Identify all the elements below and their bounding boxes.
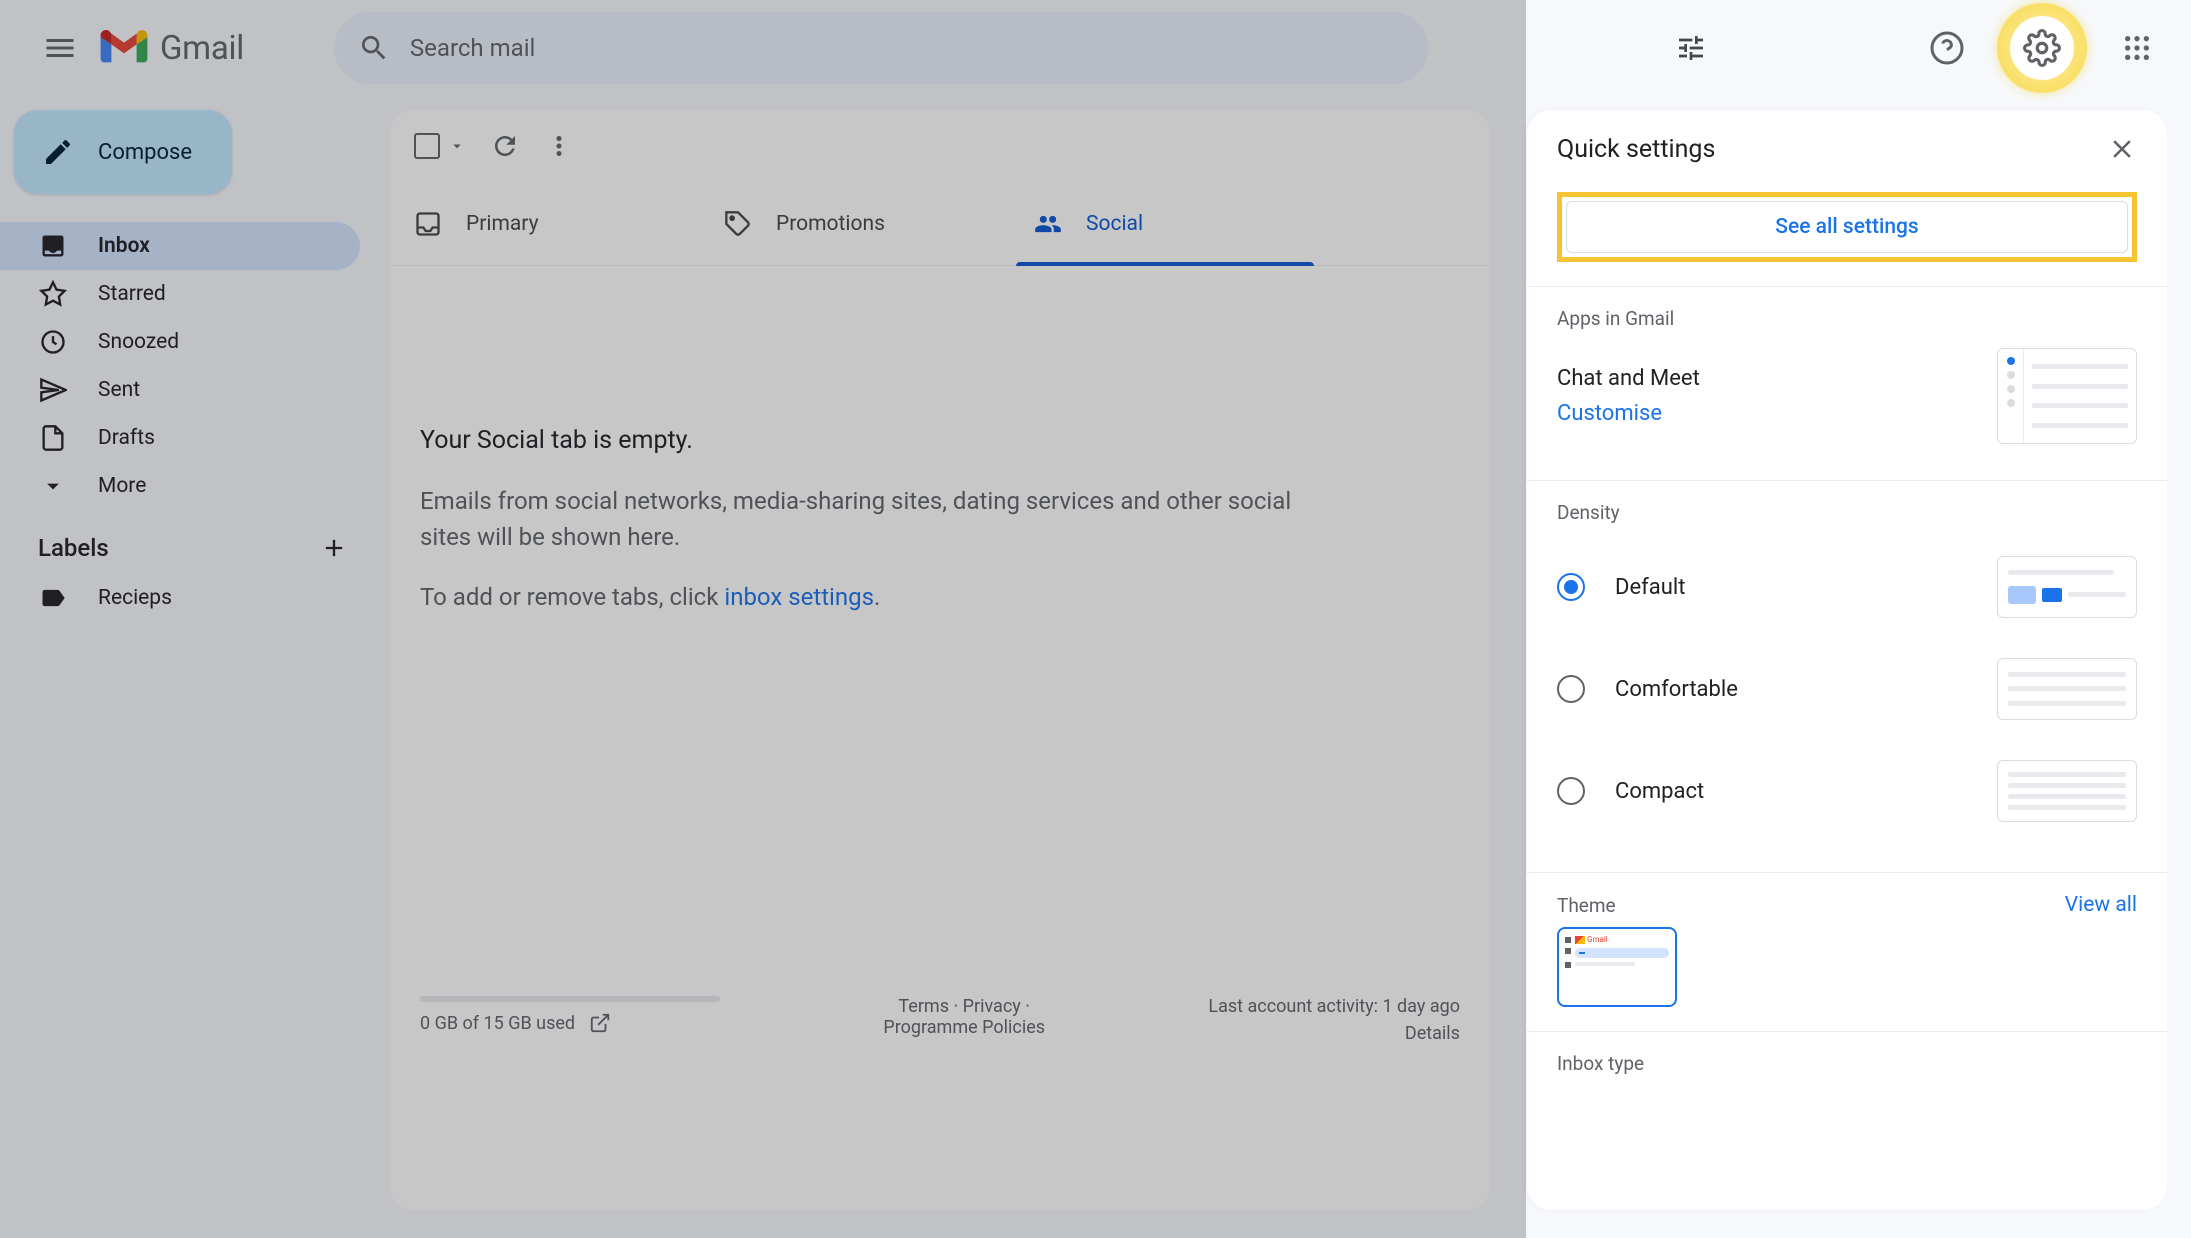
density-section-title: Density xyxy=(1557,501,2137,524)
close-icon xyxy=(2107,134,2137,164)
sidebar-item-label: Drafts xyxy=(98,426,155,450)
settings-button[interactable] xyxy=(2010,16,2074,80)
empty-description: Emails from social networks, media-shari… xyxy=(420,483,1300,555)
gmail-text: Gmail xyxy=(160,29,244,68)
quick-settings-title: Quick settings xyxy=(1557,135,1715,164)
inbox-icon xyxy=(414,210,442,238)
more-vert-icon xyxy=(544,131,574,161)
apps-grid-icon xyxy=(2121,32,2153,64)
dropdown-caret-icon[interactable] xyxy=(448,137,466,155)
star-icon xyxy=(38,279,68,309)
sidebar-item-snoozed[interactable]: Snoozed xyxy=(0,318,360,366)
refresh-button[interactable] xyxy=(490,131,520,161)
gear-icon xyxy=(2023,29,2061,67)
label-tag-icon xyxy=(38,583,68,613)
radio-icon xyxy=(1557,675,1585,703)
send-icon xyxy=(38,375,68,405)
help-icon xyxy=(1929,30,1965,66)
tab-label: Primary xyxy=(466,212,539,236)
sidebar-item-label: Sent xyxy=(98,378,140,402)
sidebar-item-drafts[interactable]: Drafts xyxy=(0,414,360,462)
tag-icon xyxy=(724,210,752,238)
chevron-down-icon xyxy=(38,471,68,501)
hamburger-icon xyxy=(42,30,78,66)
density-option-compact[interactable]: Compact xyxy=(1557,777,1704,805)
sidebar-item-inbox[interactable]: Inbox xyxy=(0,222,360,270)
plus-icon xyxy=(320,534,348,562)
storage-progress xyxy=(420,996,720,1002)
google-apps-button[interactable] xyxy=(2107,18,2167,78)
tab-social[interactable]: Social xyxy=(1010,182,1320,265)
search-icon[interactable] xyxy=(358,32,390,64)
theme-option-default[interactable]: Gmail xyxy=(1557,927,1677,1007)
density-thumbnail-compact xyxy=(1997,760,2137,822)
checkbox-icon xyxy=(414,133,440,159)
density-thumbnail-default xyxy=(1997,556,2137,618)
sidebar-item-sent[interactable]: Sent xyxy=(0,366,360,414)
search-bar[interactable] xyxy=(334,12,1428,84)
chat-meet-label: Chat and Meet xyxy=(1557,366,1700,391)
see-all-settings-highlight: See all settings xyxy=(1557,192,2137,262)
theme-section-title: Theme xyxy=(1557,894,1616,917)
label-item-recieps[interactable]: Recieps xyxy=(0,574,360,622)
people-icon xyxy=(1034,210,1062,238)
settings-button-highlight xyxy=(1997,3,2087,93)
tab-label: Social xyxy=(1086,212,1143,236)
customise-link[interactable]: Customise xyxy=(1557,401,1700,426)
file-icon xyxy=(38,423,68,453)
sidebar-item-starred[interactable]: Starred xyxy=(0,270,360,318)
labels-heading: Labels xyxy=(38,534,109,562)
gmail-logo[interactable]: Gmail xyxy=(100,29,244,68)
tab-promotions[interactable]: Promotions xyxy=(700,182,1010,265)
density-option-default[interactable]: Default xyxy=(1557,573,1685,601)
radio-icon xyxy=(1557,573,1585,601)
inbox-type-section-title: Inbox type xyxy=(1557,1052,2137,1075)
refresh-icon xyxy=(490,131,520,161)
density-thumbnail-comfortable xyxy=(1997,658,2137,720)
apps-section-title: Apps in Gmail xyxy=(1557,307,2137,330)
empty-hint: To add or remove tabs, click inbox setti… xyxy=(420,583,1460,611)
tab-primary[interactable]: Primary xyxy=(390,182,700,265)
sidebar-item-label: Snoozed xyxy=(98,330,179,354)
more-actions-button[interactable] xyxy=(544,131,574,161)
sidebar-item-label: More xyxy=(98,474,146,498)
terms-link[interactable]: Terms xyxy=(898,996,949,1017)
sidebar-item-label: Inbox xyxy=(98,234,150,258)
pencil-icon xyxy=(42,136,74,168)
main-menu-button[interactable] xyxy=(24,12,96,84)
density-option-comfortable[interactable]: Comfortable xyxy=(1557,675,1738,703)
close-quick-settings-button[interactable] xyxy=(2107,134,2137,164)
details-link[interactable]: Details xyxy=(1405,1023,1460,1044)
privacy-link[interactable]: Privacy xyxy=(963,996,1021,1017)
open-in-new-icon[interactable] xyxy=(589,1012,611,1034)
last-activity-text: Last account activity: 1 day ago xyxy=(1208,996,1460,1017)
label-item-label: Recieps xyxy=(98,586,172,610)
sidebar-item-more[interactable]: More xyxy=(0,462,360,510)
theme-view-all-link[interactable]: View all xyxy=(2065,893,2137,917)
search-input[interactable] xyxy=(410,34,1404,62)
radio-icon xyxy=(1557,777,1585,805)
inbox-settings-link[interactable]: inbox settings xyxy=(724,583,874,611)
see-all-settings-button[interactable]: See all settings xyxy=(1566,201,2128,253)
quick-settings-panel: Quick settings See all settings Apps in … xyxy=(1527,110,2167,1210)
empty-title: Your Social tab is empty. xyxy=(420,426,1460,455)
support-button[interactable] xyxy=(1917,18,1977,78)
storage-text: 0 GB of 15 GB used xyxy=(420,1013,575,1034)
apps-preview-thumbnail xyxy=(1997,348,2137,444)
sidebar-item-label: Starred xyxy=(98,282,166,306)
clock-icon xyxy=(38,327,68,357)
compose-label: Compose xyxy=(98,140,192,165)
compose-button[interactable]: Compose xyxy=(14,110,232,194)
policies-link[interactable]: Programme Policies xyxy=(883,1017,1045,1038)
tab-label: Promotions xyxy=(776,212,885,236)
inbox-icon xyxy=(38,231,68,261)
add-label-button[interactable] xyxy=(320,534,348,562)
select-all-checkbox[interactable] xyxy=(414,133,466,159)
gmail-logo-icon xyxy=(100,30,148,66)
